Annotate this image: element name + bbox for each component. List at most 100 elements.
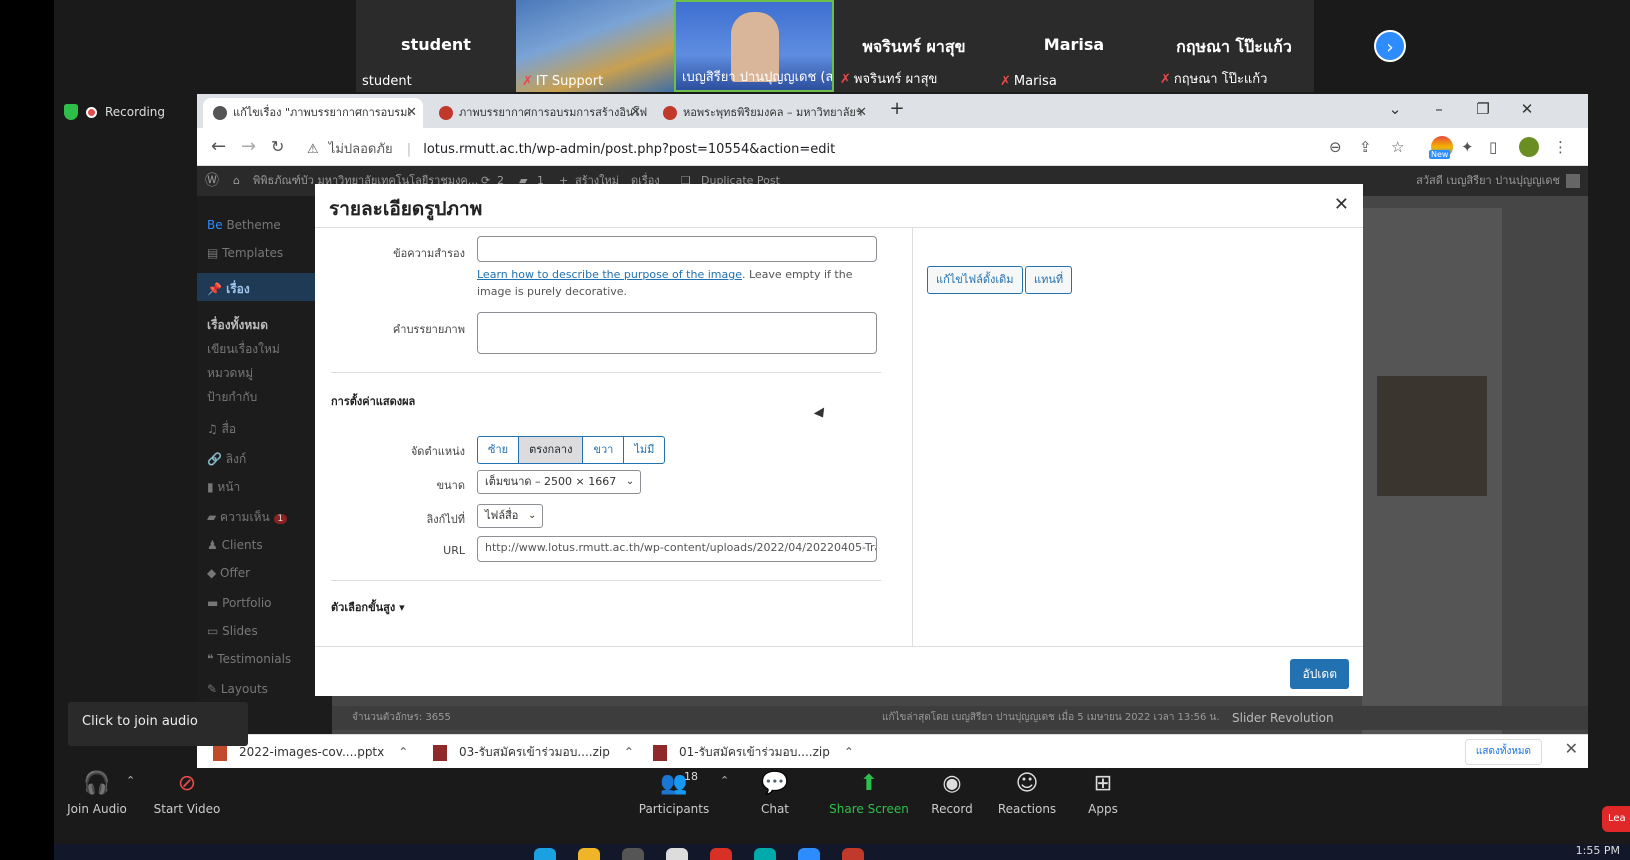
close-icon[interactable]: ✕ [1565,739,1578,758]
chevron-up-icon[interactable]: ⌃ [398,745,408,759]
browser-tab-active[interactable]: แก้ไขเรื่อง "ภาพบรรยากาศการอบรมเ ✕ [203,98,423,128]
sidebar-item-portfolio[interactable]: ▬ Portfolio [207,596,272,610]
sidebar-item-comments[interactable]: ▰ ความเห็น 1 [207,508,288,527]
reactions-button[interactable]: ☺ Reactions [992,768,1062,816]
minimize-icon[interactable]: – [1419,94,1459,128]
download-item[interactable]: 01-รับสมัครเข้าร่วมอบ....zip ⌃ [653,735,854,769]
replace-button[interactable]: แทนที่ [1025,266,1073,294]
edit-original-button[interactable]: แก้ไขไฟล์ดั้งเดิม [927,266,1023,294]
participant-tile[interactable]: กฤษณา โป๊ะแก้ว ✗ กฤษณา โป๊ะแก้ว [1154,0,1314,92]
app-icon[interactable] [754,848,776,860]
chevron-up-icon[interactable]: ⌃ [126,774,135,787]
alt-text-help-link[interactable]: Learn how to describe the purpose of the… [477,268,742,281]
back-icon[interactable]: ← [211,136,226,157]
tab-close-icon[interactable]: ✕ [406,98,417,128]
new-tab-icon[interactable]: + [877,94,917,128]
mic-muted-icon: ✗ [1160,72,1171,87]
mic-muted-icon: ✗ [840,72,851,87]
close-window-icon[interactable]: ✕ [1507,94,1547,128]
participant-tile[interactable]: student student [356,0,516,92]
url-field[interactable]: ⚠ ไม่ปลอดภัย | lotus.rmutt.ac.th/wp-admi… [307,138,835,159]
extensions-puzzle-icon[interactable]: ✦ [1461,138,1474,156]
sidebar-item-links[interactable]: 🔗 ลิงก์ [207,450,246,469]
sidebar-subitem-tags[interactable]: ป้ายกำกับ [207,388,257,407]
app-icon[interactable] [622,848,644,860]
wordpress-logo-icon[interactable]: Ⓦ [205,166,219,196]
advanced-options-toggle[interactable]: ตัวเลือกขั้นสูง ▾ [331,598,405,616]
sidebar-item-pages[interactable]: ▮ หน้า [207,478,240,497]
participant-tile-active-speaker[interactable]: เบญสิรียา ปานปุญญเดช (สวส) [674,0,834,92]
sidebar-item-testimonials[interactable]: ❝ Testimonials [207,652,291,666]
wp-status-footer: จำนวนตัวอักษร: 3655 แก้ไขล่าสุดโดย เบญสิ… [332,706,1588,730]
wp-user-avatar[interactable] [1566,174,1580,188]
share-icon[interactable]: ⇪ [1359,138,1372,156]
tab-close-icon[interactable]: ✕ [630,98,641,128]
sidebar-item-templates[interactable]: ▤ Templates [207,246,283,260]
profile-avatar[interactable] [1519,137,1539,157]
sidebar-item-layouts[interactable]: ✎ Layouts [207,682,268,696]
wp-greeting[interactable]: สวัสดี เบญสิรียา ปานปุญญเดช [1416,166,1560,196]
zoom-icon[interactable]: ⊖ [1329,138,1342,156]
sidebar-item-offer[interactable]: ◆ Offer [207,566,250,580]
chevron-up-icon[interactable]: ⌃ [624,745,634,759]
featured-image-thumbnail [1377,376,1487,496]
app-icon[interactable] [710,848,732,860]
menu-kebab-icon[interactable]: ⋮ [1553,138,1568,156]
sidebar-item-media[interactable]: ♫ สื่อ [207,420,236,439]
sidebar-item-slides[interactable]: ▭ Slides [207,624,258,638]
participants-button[interactable]: 👥 18 Participants [636,768,712,816]
edge-icon[interactable] [534,848,556,860]
file-explorer-icon[interactable] [578,848,600,860]
align-center-button[interactable]: ตรงกลาง [519,437,584,463]
share-screen-button[interactable]: ⬆ Share Screen [824,768,914,816]
participant-tile[interactable]: ✗ IT Support [516,0,676,92]
alt-text-input[interactable] [477,236,877,262]
align-none-button[interactable]: ไม่มี [624,437,664,463]
apps-button[interactable]: ⊞ Apps [1080,768,1126,816]
participant-name-big: student [401,35,471,54]
modal-footer: อัปเดต [315,646,1363,696]
app-icon[interactable] [842,848,864,860]
extension-new-icon[interactable]: New [1429,136,1453,159]
browser-tab[interactable]: ภาพบรรยากาศการอบรมการสร้างอินโฟ ✕ [429,98,647,128]
size-select[interactable]: เต็มขนาด – 2500 × 1667 ⌄ [477,470,642,494]
zoom-taskbar-icon[interactable] [798,848,820,860]
reload-icon[interactable]: ↻ [271,137,284,156]
sidebar-item-clients[interactable]: ♟ Clients [207,538,263,552]
align-left-button[interactable]: ซ้าย [478,437,520,463]
chevron-up-icon[interactable]: ⌃ [720,774,729,787]
sidebar-subitem-new-post[interactable]: เขียนเรื่องใหม่ [207,340,280,359]
screen: student student ✗ IT Support เบญสิรียา ปา… [54,0,1630,860]
leave-button[interactable]: Lea [1602,806,1630,832]
tab-search-icon[interactable]: ⌄ [1375,94,1415,128]
start-video-button[interactable]: ⊘ Start Video [152,768,222,816]
bookmark-star-icon[interactable]: ☆ [1391,138,1404,156]
align-label: จัดตำแหน่ง [410,445,465,458]
chat-button[interactable]: 💬 Chat [750,768,800,816]
update-button[interactable]: อัปเดต [1290,659,1349,689]
record-button[interactable]: ◉ Record [922,768,982,816]
app-icon[interactable] [666,848,688,860]
restore-icon[interactable]: ❐ [1463,94,1503,128]
link-to-select[interactable]: ไฟล์สื่อ ⌄ [477,504,544,528]
sidebar-subitem-categories[interactable]: หมวดหมู่ [207,364,253,383]
sidebar-item-betheme[interactable]: Be Betheme [207,218,281,232]
url-input[interactable]: http://www.lotus.rmutt.ac.th/wp-content/… [477,536,877,562]
sidebar-subitem-all-posts[interactable]: เรื่องทั้งหมด [207,316,268,335]
chevron-up-icon[interactable]: ⌃ [844,745,854,759]
forward-icon[interactable]: → [241,136,256,157]
sidebar-item-posts[interactable]: 📌 เรื่อง [207,280,250,299]
align-right-button[interactable]: ขวา [583,437,625,463]
next-participants-icon[interactable]: › [1374,30,1406,62]
participant-tile[interactable]: พจรินทร์ ผาสุข ✗ พจรินทร์ ผาสุข [834,0,994,92]
show-all-downloads-button[interactable]: แสดงทั้งหมด [1464,739,1542,765]
participant-tile[interactable]: Marisa ✗ Marisa [994,0,1154,92]
caption-textarea[interactable] [477,312,877,354]
join-audio-button[interactable]: 🎧 Join Audio [64,768,130,816]
side-panel-icon[interactable]: ▯ [1489,138,1497,156]
close-icon[interactable]: ✕ [1334,194,1349,215]
tab-close-icon[interactable]: ✕ [856,98,867,128]
browser-tab[interactable]: หอพระพุทธพิริยมงคล – มหาวิทยาลัยฯ ✕ [653,98,873,128]
download-item[interactable]: 03-รับสมัครเข้าร่วมอบ....zip ⌃ [433,735,634,769]
pptx-file-icon [213,744,227,761]
